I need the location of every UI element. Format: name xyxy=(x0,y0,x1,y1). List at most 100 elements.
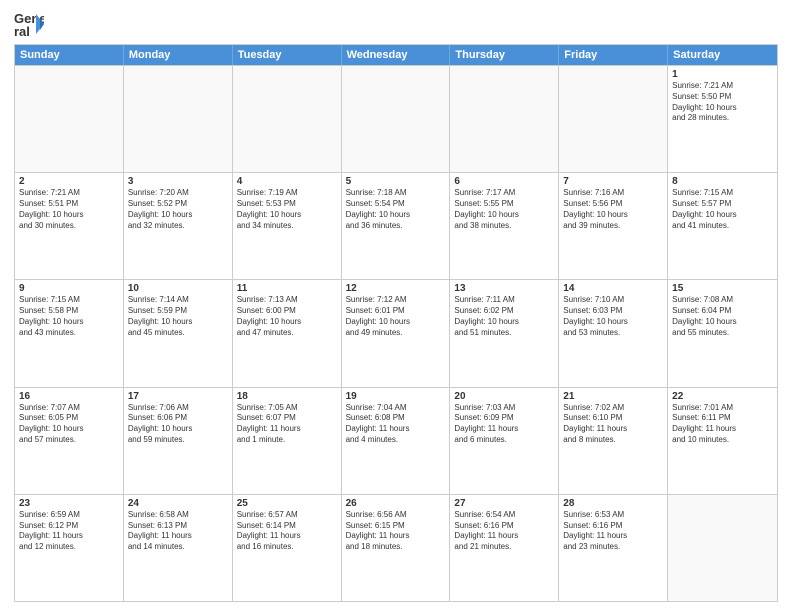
day-number: 14 xyxy=(563,283,663,294)
day-cell-25: 25Sunrise: 6:57 AM Sunset: 6:14 PM Dayli… xyxy=(233,495,342,601)
day-number: 15 xyxy=(672,283,773,294)
day-cell-5: 5Sunrise: 7:18 AM Sunset: 5:54 PM Daylig… xyxy=(342,173,451,279)
day-cell-9: 9Sunrise: 7:15 AM Sunset: 5:58 PM Daylig… xyxy=(15,280,124,386)
day-number: 20 xyxy=(454,391,554,402)
day-number: 16 xyxy=(19,391,119,402)
day-info: Sunrise: 6:57 AM Sunset: 6:14 PM Dayligh… xyxy=(237,510,337,553)
day-info: Sunrise: 7:10 AM Sunset: 6:03 PM Dayligh… xyxy=(563,295,663,338)
day-cell-11: 11Sunrise: 7:13 AM Sunset: 6:00 PM Dayli… xyxy=(233,280,342,386)
day-cell-24: 24Sunrise: 6:58 AM Sunset: 6:13 PM Dayli… xyxy=(124,495,233,601)
page: Gene ral SundayMondayTuesdayWednesdayThu… xyxy=(0,0,792,612)
day-cell-26: 26Sunrise: 6:56 AM Sunset: 6:15 PM Dayli… xyxy=(342,495,451,601)
day-info: Sunrise: 7:16 AM Sunset: 5:56 PM Dayligh… xyxy=(563,188,663,231)
day-info: Sunrise: 7:12 AM Sunset: 6:01 PM Dayligh… xyxy=(346,295,446,338)
empty-cell-0-2 xyxy=(233,66,342,172)
weekday-header-sunday: Sunday xyxy=(15,45,124,65)
day-cell-19: 19Sunrise: 7:04 AM Sunset: 6:08 PM Dayli… xyxy=(342,388,451,494)
header: Gene ral xyxy=(14,10,778,38)
weekday-header-monday: Monday xyxy=(124,45,233,65)
day-cell-3: 3Sunrise: 7:20 AM Sunset: 5:52 PM Daylig… xyxy=(124,173,233,279)
day-cell-6: 6Sunrise: 7:17 AM Sunset: 5:55 PM Daylig… xyxy=(450,173,559,279)
day-info: Sunrise: 7:05 AM Sunset: 6:07 PM Dayligh… xyxy=(237,403,337,446)
day-info: Sunrise: 7:21 AM Sunset: 5:50 PM Dayligh… xyxy=(672,81,773,124)
day-cell-21: 21Sunrise: 7:02 AM Sunset: 6:10 PM Dayli… xyxy=(559,388,668,494)
day-cell-12: 12Sunrise: 7:12 AM Sunset: 6:01 PM Dayli… xyxy=(342,280,451,386)
day-info: Sunrise: 7:01 AM Sunset: 6:11 PM Dayligh… xyxy=(672,403,773,446)
empty-cell-0-3 xyxy=(342,66,451,172)
day-number: 11 xyxy=(237,283,337,294)
day-number: 28 xyxy=(563,498,663,509)
day-number: 27 xyxy=(454,498,554,509)
day-info: Sunrise: 7:04 AM Sunset: 6:08 PM Dayligh… xyxy=(346,403,446,446)
logo: Gene ral xyxy=(14,10,48,38)
calendar: SundayMondayTuesdayWednesdayThursdayFrid… xyxy=(14,44,778,602)
day-number: 24 xyxy=(128,498,228,509)
empty-cell-0-5 xyxy=(559,66,668,172)
day-number: 19 xyxy=(346,391,446,402)
weekday-header-wednesday: Wednesday xyxy=(342,45,451,65)
day-info: Sunrise: 7:15 AM Sunset: 5:58 PM Dayligh… xyxy=(19,295,119,338)
calendar-body: 1Sunrise: 7:21 AM Sunset: 5:50 PM Daylig… xyxy=(15,65,777,601)
day-number: 23 xyxy=(19,498,119,509)
weekday-header-thursday: Thursday xyxy=(450,45,559,65)
day-info: Sunrise: 7:13 AM Sunset: 6:00 PM Dayligh… xyxy=(237,295,337,338)
day-number: 25 xyxy=(237,498,337,509)
day-info: Sunrise: 7:07 AM Sunset: 6:05 PM Dayligh… xyxy=(19,403,119,446)
day-info: Sunrise: 7:18 AM Sunset: 5:54 PM Dayligh… xyxy=(346,188,446,231)
empty-cell-0-4 xyxy=(450,66,559,172)
day-cell-22: 22Sunrise: 7:01 AM Sunset: 6:11 PM Dayli… xyxy=(668,388,777,494)
day-number: 26 xyxy=(346,498,446,509)
day-cell-14: 14Sunrise: 7:10 AM Sunset: 6:03 PM Dayli… xyxy=(559,280,668,386)
day-info: Sunrise: 7:20 AM Sunset: 5:52 PM Dayligh… xyxy=(128,188,228,231)
day-cell-16: 16Sunrise: 7:07 AM Sunset: 6:05 PM Dayli… xyxy=(15,388,124,494)
day-info: Sunrise: 7:06 AM Sunset: 6:06 PM Dayligh… xyxy=(128,403,228,446)
day-info: Sunrise: 6:59 AM Sunset: 6:12 PM Dayligh… xyxy=(19,510,119,553)
day-info: Sunrise: 7:14 AM Sunset: 5:59 PM Dayligh… xyxy=(128,295,228,338)
day-cell-28: 28Sunrise: 6:53 AM Sunset: 6:16 PM Dayli… xyxy=(559,495,668,601)
day-info: Sunrise: 6:53 AM Sunset: 6:16 PM Dayligh… xyxy=(563,510,663,553)
day-info: Sunrise: 7:21 AM Sunset: 5:51 PM Dayligh… xyxy=(19,188,119,231)
day-number: 2 xyxy=(19,176,119,187)
day-number: 4 xyxy=(237,176,337,187)
day-number: 1 xyxy=(672,69,773,80)
day-number: 9 xyxy=(19,283,119,294)
day-number: 5 xyxy=(346,176,446,187)
calendar-row-3: 16Sunrise: 7:07 AM Sunset: 6:05 PM Dayli… xyxy=(15,387,777,494)
day-info: Sunrise: 7:11 AM Sunset: 6:02 PM Dayligh… xyxy=(454,295,554,338)
calendar-row-2: 9Sunrise: 7:15 AM Sunset: 5:58 PM Daylig… xyxy=(15,279,777,386)
empty-cell-0-1 xyxy=(124,66,233,172)
day-info: Sunrise: 7:02 AM Sunset: 6:10 PM Dayligh… xyxy=(563,403,663,446)
day-cell-8: 8Sunrise: 7:15 AM Sunset: 5:57 PM Daylig… xyxy=(668,173,777,279)
day-number: 12 xyxy=(346,283,446,294)
day-number: 7 xyxy=(563,176,663,187)
day-number: 6 xyxy=(454,176,554,187)
day-number: 13 xyxy=(454,283,554,294)
day-info: Sunrise: 7:03 AM Sunset: 6:09 PM Dayligh… xyxy=(454,403,554,446)
weekday-header-friday: Friday xyxy=(559,45,668,65)
empty-cell-0-0 xyxy=(15,66,124,172)
day-info: Sunrise: 7:08 AM Sunset: 6:04 PM Dayligh… xyxy=(672,295,773,338)
day-cell-13: 13Sunrise: 7:11 AM Sunset: 6:02 PM Dayli… xyxy=(450,280,559,386)
day-cell-17: 17Sunrise: 7:06 AM Sunset: 6:06 PM Dayli… xyxy=(124,388,233,494)
day-cell-4: 4Sunrise: 7:19 AM Sunset: 5:53 PM Daylig… xyxy=(233,173,342,279)
day-cell-27: 27Sunrise: 6:54 AM Sunset: 6:16 PM Dayli… xyxy=(450,495,559,601)
day-info: Sunrise: 7:19 AM Sunset: 5:53 PM Dayligh… xyxy=(237,188,337,231)
calendar-header: SundayMondayTuesdayWednesdayThursdayFrid… xyxy=(15,45,777,65)
day-cell-7: 7Sunrise: 7:16 AM Sunset: 5:56 PM Daylig… xyxy=(559,173,668,279)
day-info: Sunrise: 7:17 AM Sunset: 5:55 PM Dayligh… xyxy=(454,188,554,231)
day-number: 17 xyxy=(128,391,228,402)
day-cell-15: 15Sunrise: 7:08 AM Sunset: 6:04 PM Dayli… xyxy=(668,280,777,386)
calendar-row-4: 23Sunrise: 6:59 AM Sunset: 6:12 PM Dayli… xyxy=(15,494,777,601)
day-cell-1: 1Sunrise: 7:21 AM Sunset: 5:50 PM Daylig… xyxy=(668,66,777,172)
day-info: Sunrise: 6:56 AM Sunset: 6:15 PM Dayligh… xyxy=(346,510,446,553)
empty-cell-4-6 xyxy=(668,495,777,601)
weekday-header-saturday: Saturday xyxy=(668,45,777,65)
day-number: 21 xyxy=(563,391,663,402)
calendar-row-0: 1Sunrise: 7:21 AM Sunset: 5:50 PM Daylig… xyxy=(15,65,777,172)
day-cell-20: 20Sunrise: 7:03 AM Sunset: 6:09 PM Dayli… xyxy=(450,388,559,494)
calendar-row-1: 2Sunrise: 7:21 AM Sunset: 5:51 PM Daylig… xyxy=(15,172,777,279)
day-number: 22 xyxy=(672,391,773,402)
day-cell-18: 18Sunrise: 7:05 AM Sunset: 6:07 PM Dayli… xyxy=(233,388,342,494)
day-info: Sunrise: 6:54 AM Sunset: 6:16 PM Dayligh… xyxy=(454,510,554,553)
day-cell-23: 23Sunrise: 6:59 AM Sunset: 6:12 PM Dayli… xyxy=(15,495,124,601)
